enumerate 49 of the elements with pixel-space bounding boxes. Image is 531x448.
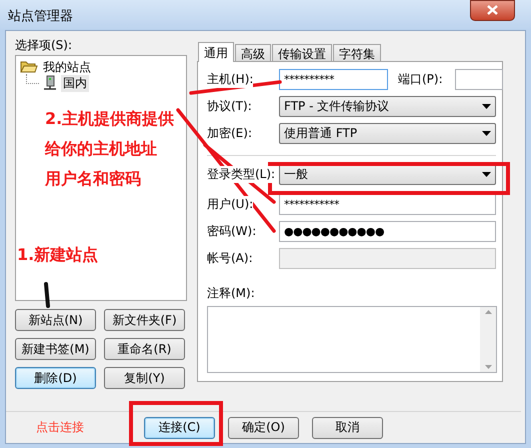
site-action-button[interactable]: 删除(D) xyxy=(15,367,96,389)
site-action-button[interactable]: 新建书签(M) xyxy=(15,338,96,360)
dropdown-arrow-icon xyxy=(482,172,491,177)
field-label: 端口(P): xyxy=(398,71,444,88)
port-field[interactable] xyxy=(455,69,503,90)
dialog-button[interactable]: 取消 xyxy=(312,416,383,438)
site-action-button[interactable]: 重命名(R) xyxy=(104,338,185,360)
pen-stroke xyxy=(44,282,50,308)
scroll-down-icon[interactable] xyxy=(484,365,492,369)
tree-label: 选择项(S): xyxy=(15,37,74,52)
scroll-up-icon[interactable] xyxy=(484,310,492,314)
dropdown[interactable]: 一般 xyxy=(279,164,496,185)
close-button[interactable] xyxy=(470,0,515,20)
tab[interactable]: 传输设置 xyxy=(272,44,332,61)
close-icon xyxy=(487,5,498,15)
tree-item[interactable]: 我的站点 xyxy=(41,58,93,76)
field-label: 注释(M): xyxy=(207,285,256,302)
annotation-text: 点击连接 xyxy=(36,419,85,436)
tab[interactable]: 字符集 xyxy=(333,44,381,61)
field-label: 登录类型(L): xyxy=(207,166,276,183)
dropdown-arrow-icon xyxy=(482,131,491,136)
annotation-text: 用户名和密码 xyxy=(45,171,141,187)
dropdown[interactable]: 使用普通 FTP xyxy=(279,123,496,144)
annotation-text: 给你的主机地址 xyxy=(45,141,157,157)
field-label: 帐号(A): xyxy=(207,250,253,267)
dropdown-arrow-icon xyxy=(482,104,491,109)
input-field[interactable]: ●●●●●●●●●●● xyxy=(279,221,496,242)
dialog-button[interactable]: 确定(O) xyxy=(228,416,299,438)
site-action-button[interactable]: 新站点(N) xyxy=(15,309,96,331)
dialog-button[interactable]: 连接(C) xyxy=(144,416,215,438)
site-action-button[interactable]: 复制(Y) xyxy=(104,367,185,389)
site-action-button[interactable]: 新文件夹(F) xyxy=(104,309,185,331)
window-title: 站点管理器 xyxy=(8,8,73,25)
annotation-text: 1.新建站点 xyxy=(17,247,98,263)
field-label: 主机(H): xyxy=(207,71,254,88)
tab[interactable]: 高级 xyxy=(235,44,271,61)
tab[interactable]: 通用 xyxy=(198,42,234,62)
scrollbar[interactable] xyxy=(480,307,496,372)
comment-field[interactable] xyxy=(207,306,497,373)
field-label: 协议(T): xyxy=(207,98,252,115)
field-label: 密码(W): xyxy=(207,223,256,240)
computer-icon xyxy=(42,75,58,91)
host-field[interactable]: ********** xyxy=(279,69,388,90)
dropdown[interactable]: FTP - 文件传输协议 xyxy=(279,96,496,117)
field-label: 用户(U): xyxy=(207,196,254,213)
tree-item[interactable]: 国内 xyxy=(61,74,89,92)
annotation-text: 2.主机提供商提供 xyxy=(45,111,174,127)
field-label: 加密(E): xyxy=(207,125,252,142)
input-field[interactable]: *********** xyxy=(279,194,496,215)
